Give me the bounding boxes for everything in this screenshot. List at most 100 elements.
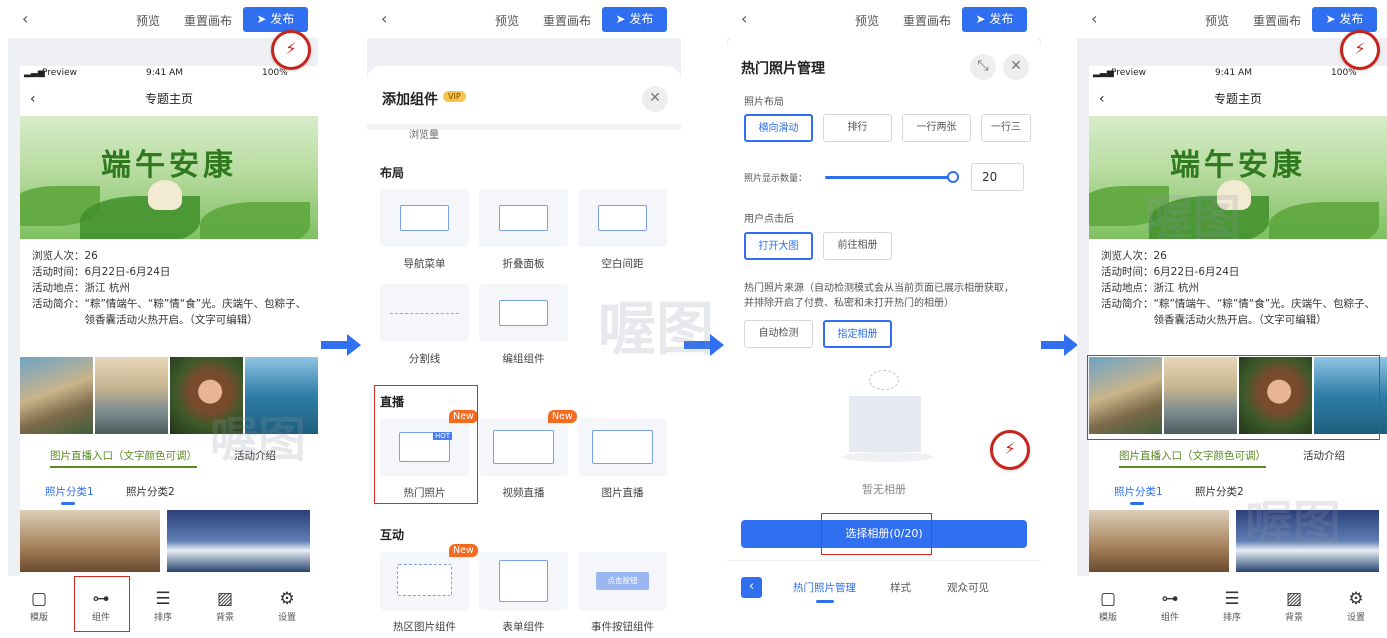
editor-topbar: ‹ 预览 重置画布 ➤ 发布 xyxy=(1077,0,1387,38)
spacer-card[interactable] xyxy=(578,189,667,247)
nav-template[interactable]: ▢ 模版 xyxy=(8,576,70,638)
activity-info: 浏览人次： 26 活动时间： 6月22日-6月24日 活动地点： 浙江 杭州 活动简介… xyxy=(1101,250,1376,326)
send-icon: ➤ xyxy=(975,12,990,26)
option-specify-album[interactable]: 指定相册 xyxy=(823,320,892,348)
phone-preview: ▂▃▅ Preview 9:41 AM 100% ‹ 专题主页 端午安康 浏览人… xyxy=(1089,66,1387,576)
plugin-icon[interactable]: ⚡ xyxy=(1340,30,1380,70)
preview-button[interactable]: 预览 xyxy=(136,12,160,29)
count-input[interactable]: 20 xyxy=(971,163,1024,191)
group-card[interactable] xyxy=(479,284,568,342)
highlight-select-album xyxy=(821,513,932,555)
nav-menu-card[interactable] xyxy=(380,189,469,247)
page-title: 专题主页 xyxy=(1213,92,1262,106)
back-icon[interactable]: ‹ xyxy=(741,9,747,28)
reset-canvas-button[interactable]: 重置画布 xyxy=(1253,12,1301,29)
new-badge: New xyxy=(449,544,478,557)
close-icon[interactable]: ✕ xyxy=(1003,54,1029,80)
nav-settings[interactable]: ⚙ 设置 xyxy=(1325,576,1387,638)
zongzi-icon xyxy=(148,180,182,210)
bottom-nav: ▢ 模版 ⊶ 组件 ☰ 排序 ▨ 背景 ⚙ 设置 xyxy=(1077,576,1387,638)
publish-button[interactable]: ➤ 发布 xyxy=(962,7,1027,32)
reset-canvas-button[interactable]: 重置画布 xyxy=(543,12,591,29)
close-icon[interactable]: ✕ xyxy=(642,86,668,112)
sheet-title: 添加组件 xyxy=(382,92,438,108)
publish-button[interactable]: ➤ 发布 xyxy=(602,7,667,32)
tab-live-entry[interactable]: 图片直播入口（文字颜色可调） xyxy=(1119,448,1266,468)
new-badge: New xyxy=(548,410,577,423)
tab-style[interactable]: 样式 xyxy=(890,580,911,595)
publish-button[interactable]: ➤ 发布 xyxy=(243,7,308,32)
category-tabs: 照片分类1 照片分类2 xyxy=(20,482,318,505)
highlight-photo-strip xyxy=(1087,355,1380,440)
reset-canvas-button[interactable]: 重置画布 xyxy=(184,12,232,29)
watermark: 喔图 xyxy=(210,412,307,468)
video-live-card[interactable] xyxy=(479,418,568,476)
browse-count-item[interactable]: 浏览量 xyxy=(409,126,439,141)
tab-live-entry[interactable]: 图片直播入口（文字颜色可调） xyxy=(50,448,197,468)
option-horizontal-scroll[interactable]: 横向滑动 xyxy=(744,114,813,142)
carrier-label: Preview xyxy=(42,68,78,78)
plugin-icon[interactable]: ⚡ xyxy=(271,30,311,70)
tab-hot-photo-manage[interactable]: 热门照片管理 xyxy=(793,580,856,595)
event-button-card[interactable]: 点击按钮 xyxy=(578,552,667,610)
nav-template[interactable]: ▢ 模版 xyxy=(1077,576,1139,638)
photo-mountain[interactable] xyxy=(20,357,93,434)
screen-step-1: ‹ 预览 重置画布 ➤ 发布 ▂▃▅ Preview 9:41 AM 100% … xyxy=(8,0,318,638)
tab-category-2[interactable]: 照片分类2 xyxy=(1195,484,1244,499)
status-bar: ▂▃▅ Preview 9:41 AM 100% xyxy=(1093,68,1357,78)
option-two-per-row[interactable]: 一行两张 xyxy=(902,114,971,142)
settings-icon: ⚙ xyxy=(279,589,295,609)
option-ranking[interactable]: 排行 xyxy=(823,114,892,142)
nav-components[interactable]: ⊶ 组件 xyxy=(1139,576,1201,638)
send-icon: ➤ xyxy=(615,12,630,26)
back-icon[interactable]: ‹ xyxy=(1091,9,1097,28)
back-icon[interactable]: ‹ xyxy=(381,9,387,28)
nav-sort[interactable]: ☰ 排序 xyxy=(1201,576,1263,638)
photo-snow-mountain[interactable] xyxy=(167,510,310,572)
preview-button[interactable]: 预览 xyxy=(495,12,519,29)
tab-activity-intro[interactable]: 活动介绍 xyxy=(1303,448,1345,463)
collapse-icon[interactable]: ⤡ xyxy=(970,54,996,80)
photo-sea[interactable] xyxy=(95,357,168,434)
photo-canyon[interactable] xyxy=(20,510,160,572)
status-bar: ▂▃▅ Preview 9:41 AM 100% xyxy=(20,66,318,82)
back-icon[interactable]: ‹ xyxy=(1099,82,1105,116)
form-card[interactable] xyxy=(479,552,568,610)
back-icon[interactable]: ‹ xyxy=(741,577,762,598)
reset-canvas-button[interactable]: 重置画布 xyxy=(903,12,951,29)
preview-button[interactable]: 预览 xyxy=(1205,12,1229,29)
nav-settings[interactable]: ⚙ 设置 xyxy=(256,576,318,638)
template-icon: ▢ xyxy=(1099,589,1117,609)
option-open-large[interactable]: 打开大图 xyxy=(744,232,813,260)
sort-icon: ☰ xyxy=(155,589,171,609)
highlight-hot-photos xyxy=(374,385,478,504)
option-go-album[interactable]: 前往相册 xyxy=(823,232,892,260)
nav-background[interactable]: ▨ 背景 xyxy=(194,576,256,638)
section-layout: 布局 xyxy=(380,166,405,180)
option-auto-detect[interactable]: 自动检测 xyxy=(744,320,813,348)
phone-nav: ‹ 专题主页 xyxy=(20,82,318,116)
nav-background[interactable]: ▨ 背景 xyxy=(1263,576,1325,638)
tab-category-1[interactable]: 照片分类1 xyxy=(45,484,94,499)
back-icon[interactable]: ‹ xyxy=(30,82,36,116)
plugin-icon[interactable]: ⚡ xyxy=(990,430,1030,470)
count-slider-handle[interactable] xyxy=(947,171,959,183)
components-icon: ⊶ xyxy=(1161,589,1179,609)
tab-category-1[interactable]: 照片分类1 xyxy=(1114,484,1163,499)
option-three-per-row[interactable]: 一行三 xyxy=(981,114,1031,142)
status-time: 9:41 AM xyxy=(146,68,183,78)
nav-sort[interactable]: ☰ 排序 xyxy=(132,576,194,638)
count-slider-track[interactable] xyxy=(825,171,959,183)
preview-button[interactable]: 预览 xyxy=(855,12,879,29)
photo-live-card[interactable] xyxy=(578,418,667,476)
count-label: 照片显示数量： xyxy=(744,174,808,184)
tab-category-2[interactable]: 照片分类2 xyxy=(126,484,175,499)
divider-card[interactable] xyxy=(380,284,469,342)
hotspot-image-card[interactable] xyxy=(380,552,469,610)
collapse-panel-card[interactable] xyxy=(479,189,568,247)
publish-button[interactable]: ➤ 发布 xyxy=(1312,7,1377,32)
back-icon[interactable]: ‹ xyxy=(22,9,28,28)
photo-canyon[interactable] xyxy=(1089,510,1229,572)
tab-audience-visible[interactable]: 观众可见 xyxy=(947,580,989,595)
watermark: 喔图 xyxy=(1145,190,1242,246)
